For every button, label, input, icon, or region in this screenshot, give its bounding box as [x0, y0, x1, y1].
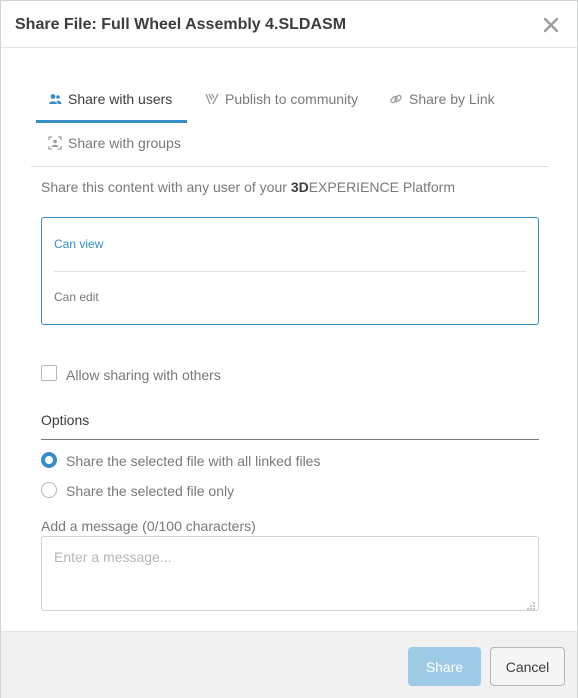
- resize-grip-icon[interactable]: [526, 598, 536, 610]
- groups-icon: [48, 136, 62, 150]
- tab-share-with-groups[interactable]: Share with groups: [48, 129, 181, 157]
- tab-share-with-users[interactable]: Share with users: [48, 85, 172, 113]
- permission-divider: [54, 271, 526, 272]
- permission-selector: Can view Can edit: [41, 217, 539, 325]
- share-intro-text: Share this content with any user of your…: [41, 179, 455, 195]
- permission-can-edit[interactable]: Can edit: [54, 290, 99, 304]
- options-heading: Options: [41, 412, 90, 428]
- options-divider: [41, 439, 539, 440]
- dialog-header: Share File: Full Wheel Assembly 4.SLDASM: [1, 1, 577, 48]
- tab-label: Share by Link: [409, 91, 495, 107]
- dialog-title: Share File: Full Wheel Assembly 4.SLDASM: [15, 16, 347, 33]
- radio-share-with-linked-files[interactable]: [41, 452, 57, 468]
- tab-label: Publish to community: [225, 91, 359, 107]
- tab-share-by-link[interactable]: Share by Link: [389, 85, 495, 113]
- tabs-divider: [31, 166, 549, 167]
- share-button[interactable]: Share: [408, 647, 481, 686]
- message-label: Add a message (0/100 characters): [41, 518, 256, 534]
- active-tab-indicator: [36, 120, 187, 123]
- allow-sharing-label: Allow sharing with others: [66, 367, 221, 383]
- permission-can-view[interactable]: Can view: [54, 237, 103, 251]
- cancel-button[interactable]: Cancel: [490, 647, 565, 686]
- brand-bold: 3D: [290, 179, 309, 195]
- message-input[interactable]: [41, 536, 539, 611]
- link-icon: [389, 92, 403, 106]
- close-icon[interactable]: [539, 13, 563, 37]
- radio-label-share-with-linked-files: Share the selected file with all linked …: [66, 453, 321, 469]
- allow-sharing-checkbox[interactable]: [41, 365, 57, 381]
- radio-share-file-only[interactable]: [41, 482, 57, 498]
- share-dialog: Share File: Full Wheel Assembly 4.SLDASM…: [0, 0, 578, 698]
- radio-label-share-file-only: Share the selected file only: [66, 483, 235, 499]
- dialog-footer: Share Cancel: [1, 631, 577, 698]
- tab-publish-to-community[interactable]: Publish to community: [205, 85, 358, 113]
- community-icon: [205, 92, 219, 106]
- tab-label: Share with groups: [68, 135, 181, 151]
- users-icon: [48, 92, 62, 106]
- tab-label: Share with users: [68, 91, 173, 107]
